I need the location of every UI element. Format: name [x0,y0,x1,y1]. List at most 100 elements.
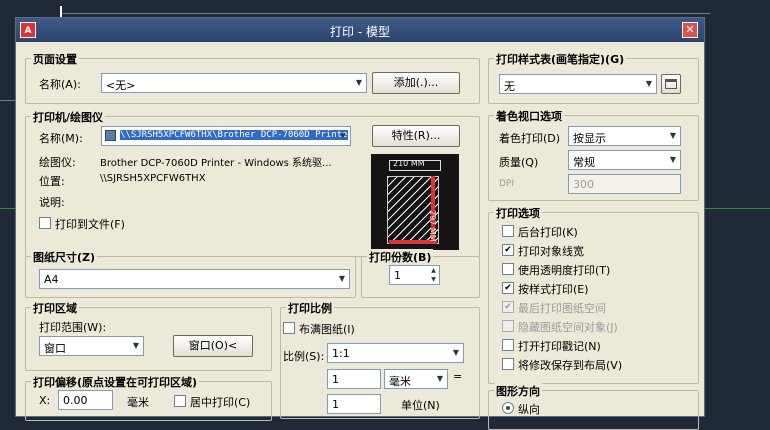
dpi-label: DPI [499,179,515,189]
edit-style-table-button[interactable] [661,74,681,94]
page-setup-name-label: 名称(A): [39,78,81,91]
plot-option-checkbox[interactable] [502,263,514,275]
center-plot-label: 居中打印(C) [190,396,251,409]
printer-name-select[interactable]: \\SJRSH5XPCFW6THX\Brother DCP-7060D Prin… [101,126,351,146]
drawing-orientation-heading: 图形方向 [494,383,542,399]
chevron-down-icon: ▼ [338,274,346,283]
paper-size-group: 图纸尺寸(Z) A4 ▼ [25,249,356,298]
portrait-label: 纵向 [518,403,540,416]
scale-label: 比例(S): [283,350,325,363]
offset-x-label: X: [39,394,51,407]
offset-x-input[interactable]: 0.00 [58,390,113,410]
printer-name-label: 名称(M): [39,132,83,145]
plot-style-table-select[interactable]: 无 ▼ [499,74,657,94]
paper-size-heading: 图纸尺寸(Z) [31,249,98,265]
chevron-down-icon: ▼ [340,131,346,140]
scale-value1-input[interactable]: 1 [327,369,381,389]
plot-option-checkbox[interactable]: ✔ [502,244,514,256]
plot-option-label: 隐藏图纸空间对象(J) [518,321,618,334]
scale-unit-select[interactable]: 毫米 ▼ [384,369,448,389]
page-setup-group: 页面设置 名称(A): <无> ▼ 添加(.)... [25,51,480,104]
chevron-down-icon: ▼ [436,374,444,383]
scale-value: 1:1 [332,347,350,360]
chevron-down-icon: ▼ [355,78,363,87]
scale-select[interactable]: 1:1 ▼ [327,343,464,363]
plot-option-label: 按样式打印(E) [518,283,589,296]
plot-option-label: 打印对象线宽 [518,245,584,258]
chevron-down-icon: ▼ [669,155,677,164]
copies-value: 1 [394,269,401,282]
quality-value: 常规 [573,156,595,169]
plotter-value: Brother DCP-7060D Printer - Windows 系统驱.… [100,158,332,169]
printer-icon [105,130,116,141]
fit-to-paper-checkbox[interactable] [283,322,295,334]
plot-range-value: 窗口 [44,342,66,355]
shade-plot-label: 着色打印(D) [499,132,561,145]
background-line [60,13,710,14]
plot-range-label: 打印范围(W): [39,321,107,334]
scale-unit-value: 毫米 [389,375,411,388]
plot-option-label: 将修改保存到布局(V) [518,359,623,372]
page-setup-name-value: <无> [106,79,136,92]
plot-option-label: 打开打印戳记(N) [518,340,601,353]
print-to-file-checkbox[interactable] [39,217,51,229]
print-to-file-label: 打印到文件(F) [55,218,125,231]
title-bar[interactable]: A 打印 - 模型 ✕ [16,18,704,42]
properties-button[interactable]: 特性(R)... [372,125,460,147]
shade-plot-select[interactable]: 按显示 ▼ [568,126,681,146]
plot-option-checkbox[interactable] [502,225,514,237]
copies-input[interactable]: 1 ▲ ▼ [389,265,440,285]
window-title: 打印 - 模型 [330,25,390,39]
copies-group: 打印份数(B) 1 ▲ ▼ [361,249,480,298]
plot-area-heading: 打印区域 [31,300,79,316]
printer-name-value: \\SJRSH5XPCFW6THX\Brother DCP-7060D Prin… [120,130,348,140]
paper-size-select[interactable]: A4 ▼ [39,269,350,289]
paper-height-label: 297 MM [428,210,437,242]
units-label: 单位(N) [401,399,440,412]
plot-options-group: 打印选项 后台打印(K) ✔ 打印对象线宽 使用透明度打印(T) ✔ 按样式打印(E) ✔ 最… [488,205,699,384]
chevron-down-icon: ▼ [452,348,460,357]
close-button[interactable]: ✕ [682,22,698,38]
scale-value2-input[interactable]: 1 [327,394,381,414]
equals-icon: = [453,370,463,383]
plot-option-checkbox[interactable]: ✔ [502,282,514,294]
center-plot-checkbox[interactable] [174,395,186,407]
location-label: 位置: [39,175,65,188]
add-button[interactable]: 添加(.)... [372,72,460,94]
page-setup-name-select[interactable]: <无> ▼ [101,73,367,93]
chevron-down-icon: ▼ [132,341,140,350]
spinner-arrows-icon[interactable]: ▲ ▼ [428,266,439,284]
edit-table-icon [665,79,677,89]
plot-option-checkbox[interactable] [502,320,514,332]
plot-range-select[interactable]: 窗口 ▼ [39,336,144,356]
chevron-down-icon: ▼ [669,131,677,140]
background-line [0,208,15,209]
offset-x-unit: 毫米 [127,396,149,409]
window-select-button[interactable]: 窗口(O)< [173,335,253,357]
plot-option-checkbox[interactable] [502,339,514,351]
plot-area-group: 打印区域 打印范围(W): 窗口 ▼ 窗口(O)< [25,300,272,371]
location-value: \\SJRSH5XPCFW6THX [100,173,206,184]
quality-select[interactable]: 常规 ▼ [568,150,681,170]
shaded-viewport-group: 着色视口选项 着色打印(D) 按显示 ▼ 质量(Q) 常规 ▼ DPI 300 [488,108,699,201]
paper-width-label: 210 MM [393,159,425,168]
paper-preview: 210 MM 297 MM [371,154,459,250]
print-dialog: A 打印 - 模型 ✕ 页面设置 名称(A): <无> ▼ 添加(.)... 打… [15,17,705,430]
plot-style-table-value: 无 [504,80,515,93]
plot-option-checkbox[interactable] [502,358,514,370]
background-line [0,100,15,101]
plot-scale-group: 打印比例 布满图纸(I) 比例(S): 1:1 ▼ 1 毫米 ▼ = 1 单位(… [280,300,480,419]
drawing-orientation-group: 图形方向 纵向 [488,383,699,430]
portrait-radio[interactable] [502,402,514,414]
dpi-value: 300 [573,178,594,191]
plot-option-checkbox[interactable]: ✔ [502,301,514,313]
plot-options-heading: 打印选项 [494,205,542,221]
paper-size-value: A4 [44,273,59,286]
offset-x-value: 0.00 [63,394,88,407]
fit-to-paper-label: 布满图纸(I) [299,323,355,336]
quality-label: 质量(Q) [499,156,539,169]
dpi-input[interactable]: 300 [568,174,681,194]
plot-option-label: 使用透明度打印(T) [518,264,611,277]
page-setup-heading: 页面设置 [31,51,79,67]
plot-offset-heading: 打印偏移(原点设置在可打印区域) [31,374,200,390]
